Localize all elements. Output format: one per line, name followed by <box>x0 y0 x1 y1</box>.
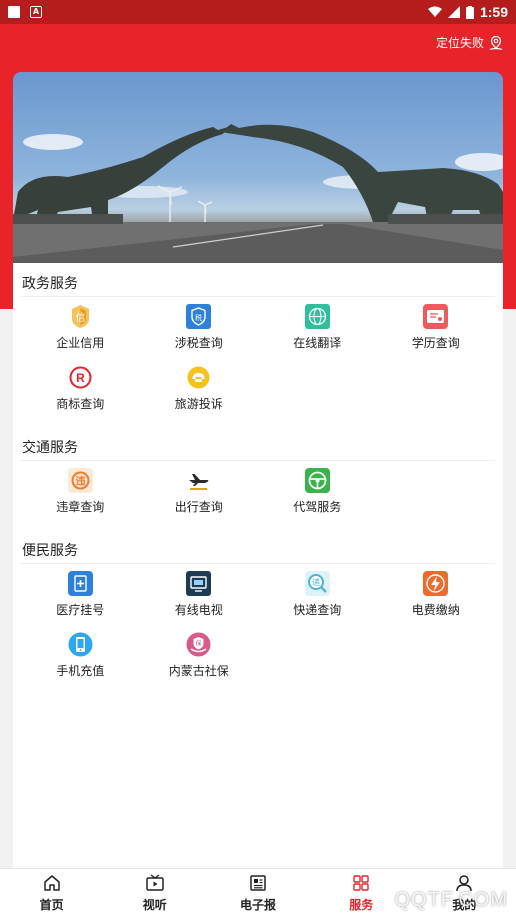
tab-profile[interactable]: 我的 <box>413 869 516 916</box>
section-convenience: 便民服务 医疗挂号 有线电视 递 快递查询 电费缴纳 手机充值 保 内蒙古社保 <box>13 530 503 694</box>
service-label: 旅游投诉 <box>174 397 223 411</box>
service-label: 涉税查询 <box>174 336 223 350</box>
wifi-icon <box>427 6 442 17</box>
service-social-security[interactable]: 保 内蒙古社保 <box>140 631 259 692</box>
home-icon <box>43 874 60 891</box>
notification-icon <box>8 6 20 18</box>
service-trademark-query[interactable]: R 商标查询 <box>21 364 140 425</box>
express-icon: 递 <box>304 570 331 597</box>
service-label: 医疗挂号 <box>56 603 105 617</box>
user-icon <box>456 874 473 891</box>
service-label: 学历查询 <box>411 336 460 350</box>
service-violation-query[interactable]: 违 违章查询 <box>21 467 140 528</box>
tv-icon <box>185 570 212 597</box>
phone-icon <box>185 364 212 391</box>
grid-icon <box>353 874 369 891</box>
service-mobile-recharge[interactable]: 手机充值 <box>21 631 140 692</box>
service-tax-query[interactable]: 税 涉税查询 <box>140 303 259 364</box>
section-transport: 交通服务 违 违章查询 出行查询 代驾服务 <box>13 427 503 530</box>
service-label: 商标查询 <box>56 397 105 411</box>
service-label: 企业信用 <box>56 336 105 350</box>
dinosaur-arch-photo <box>13 124 503 263</box>
tab-home[interactable]: 首页 <box>0 869 103 916</box>
section-title: 交通服务 <box>21 427 495 461</box>
svg-text:递: 递 <box>312 577 320 587</box>
service-label: 违章查询 <box>56 500 105 514</box>
airplane-icon <box>185 467 212 494</box>
service-education-query[interactable]: 学历查询 <box>377 303 496 364</box>
section-title: 政务服务 <box>21 263 495 297</box>
section-government: 政务服务 信 企业信用 税 涉税查询 在线翻译 学历查询 R 商标查询 旅游投诉 <box>13 263 503 427</box>
bottom-nav: 首页 视听 电子报 服务 我的 QQTF.COM <box>0 868 516 916</box>
service-label: 有线电视 <box>174 603 223 617</box>
service-label: 电费缴纳 <box>411 603 460 617</box>
tax-shield-icon: 税 <box>185 303 212 330</box>
status-time: 1:59 <box>479 4 508 20</box>
tab-services[interactable]: 服务 <box>310 869 413 916</box>
service-enterprise-credit[interactable]: 信 企业信用 <box>21 303 140 364</box>
svg-text:R: R <box>76 371 85 385</box>
steering-wheel-icon <box>304 467 331 494</box>
services-card: 政务服务 信 企业信用 税 涉税查询 在线翻译 学历查询 R 商标查询 旅游投诉… <box>13 263 503 870</box>
service-medical-registration[interactable]: 医疗挂号 <box>21 570 140 631</box>
tab-label: 电子报 <box>240 897 277 912</box>
credit-icon: 信 <box>67 303 94 330</box>
medical-icon <box>67 570 94 597</box>
app-notification-icon: A <box>30 6 42 18</box>
service-label: 代驾服务 <box>293 500 342 514</box>
service-label: 在线翻译 <box>293 336 342 350</box>
service-tourism-complaint[interactable]: 旅游投诉 <box>140 364 259 425</box>
status-bar: A 1:59 <box>0 0 516 24</box>
lightning-icon <box>422 570 449 597</box>
svg-text:保: 保 <box>196 640 202 648</box>
video-icon <box>146 873 164 891</box>
service-online-translate[interactable]: 在线翻译 <box>258 303 377 364</box>
location-pin-icon <box>489 35 503 50</box>
certificate-icon <box>422 303 449 330</box>
service-label: 快递查询 <box>293 603 342 617</box>
social-security-icon: 保 <box>185 631 212 658</box>
mobile-icon <box>67 631 94 658</box>
service-express-query[interactable]: 递 快递查询 <box>258 570 377 631</box>
violation-icon: 违 <box>67 467 94 494</box>
service-designated-driver[interactable]: 代驾服务 <box>258 467 377 528</box>
service-label: 内蒙古社保 <box>168 664 229 678</box>
svg-text:违: 违 <box>75 475 85 488</box>
registered-icon: R <box>67 364 94 391</box>
svg-text:税: 税 <box>195 313 202 322</box>
service-cable-tv[interactable]: 有线电视 <box>140 570 259 631</box>
tab-video[interactable]: 视听 <box>103 869 206 916</box>
service-travel-query[interactable]: 出行查询 <box>140 467 259 528</box>
svg-text:信: 信 <box>75 312 85 324</box>
service-label: 出行查询 <box>174 500 223 514</box>
location-button[interactable]: 定位失败 <box>436 34 504 51</box>
battery-icon <box>465 5 474 19</box>
tab-label: 首页 <box>39 897 64 912</box>
banner-image[interactable] <box>13 72 503 263</box>
section-title: 便民服务 <box>21 530 495 564</box>
tab-label: 我的 <box>452 897 477 912</box>
globe-icon <box>304 303 331 330</box>
service-electricity-payment[interactable]: 电费缴纳 <box>377 570 496 631</box>
location-text: 定位失败 <box>435 36 484 50</box>
newspaper-icon <box>250 874 266 891</box>
tab-label: 视听 <box>142 897 167 912</box>
tab-label: 服务 <box>349 897 374 912</box>
tab-newspaper[interactable]: 电子报 <box>206 869 309 916</box>
signal-icon <box>447 6 460 18</box>
service-label: 手机充值 <box>56 664 105 678</box>
